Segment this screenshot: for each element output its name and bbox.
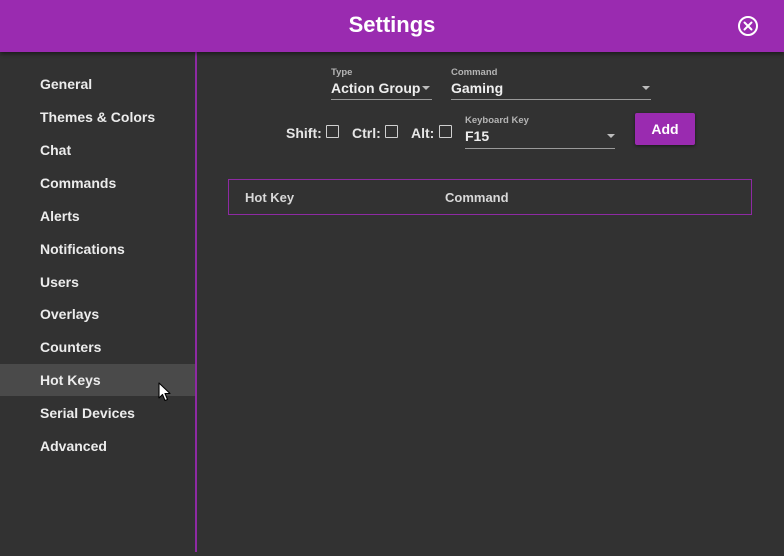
command-label: Command	[451, 67, 498, 78]
ctrl-label: Ctrl:	[352, 125, 381, 141]
window-title: Settings	[348, 12, 436, 37]
hotkeys-table: Hot Key Command	[228, 179, 752, 215]
sidebar-item-advanced[interactable]: Advanced	[0, 430, 195, 462]
keyboard-key-value: F15	[465, 128, 490, 144]
chevron-down-icon	[642, 86, 650, 90]
sidebar-divider	[195, 52, 197, 552]
add-button[interactable]: Add	[635, 113, 695, 145]
close-circle-icon	[738, 16, 758, 36]
sidebar-item-serial-devices[interactable]: Serial Devices	[0, 397, 195, 429]
sidebar-item-notifications[interactable]: Notifications	[0, 233, 195, 265]
shift-checkbox[interactable]	[326, 125, 339, 138]
alt-label: Alt:	[411, 125, 435, 141]
alt-checkbox[interactable]	[439, 125, 452, 138]
type-label: Type	[331, 67, 353, 78]
keyboard-key-underline	[465, 148, 615, 149]
sidebar-item-commands[interactable]: Commands	[0, 167, 195, 199]
chevron-down-icon	[607, 134, 615, 138]
column-header-command[interactable]: Command	[445, 190, 509, 205]
command-underline	[451, 99, 651, 100]
command-value: Gaming	[451, 80, 504, 96]
ctrl-checkbox[interactable]	[385, 125, 398, 138]
settings-window: Settings General Themes & Colors Chat Co…	[0, 0, 784, 556]
sidebar-item-themes-colors[interactable]: Themes & Colors	[0, 101, 195, 133]
sidebar-item-alerts[interactable]: Alerts	[0, 200, 195, 232]
type-value: Action Group	[331, 80, 421, 96]
sidebar-item-hot-keys[interactable]: Hot Keys	[0, 364, 195, 396]
keyboard-key-label: Keyboard Key	[465, 115, 529, 126]
sidebar-item-users[interactable]: Users	[0, 266, 195, 298]
column-header-hot-key[interactable]: Hot Key	[245, 190, 294, 205]
close-button[interactable]	[737, 15, 759, 37]
sidebar: General Themes & Colors Chat Commands Al…	[0, 52, 195, 556]
sidebar-item-overlays[interactable]: Overlays	[0, 298, 195, 330]
type-underline	[331, 99, 432, 100]
chevron-down-icon	[422, 86, 430, 90]
sidebar-item-general[interactable]: General	[0, 68, 195, 100]
sidebar-item-chat[interactable]: Chat	[0, 134, 195, 166]
shift-label: Shift:	[286, 125, 322, 141]
sidebar-item-counters[interactable]: Counters	[0, 331, 195, 363]
title-bar: Settings	[0, 0, 784, 52]
